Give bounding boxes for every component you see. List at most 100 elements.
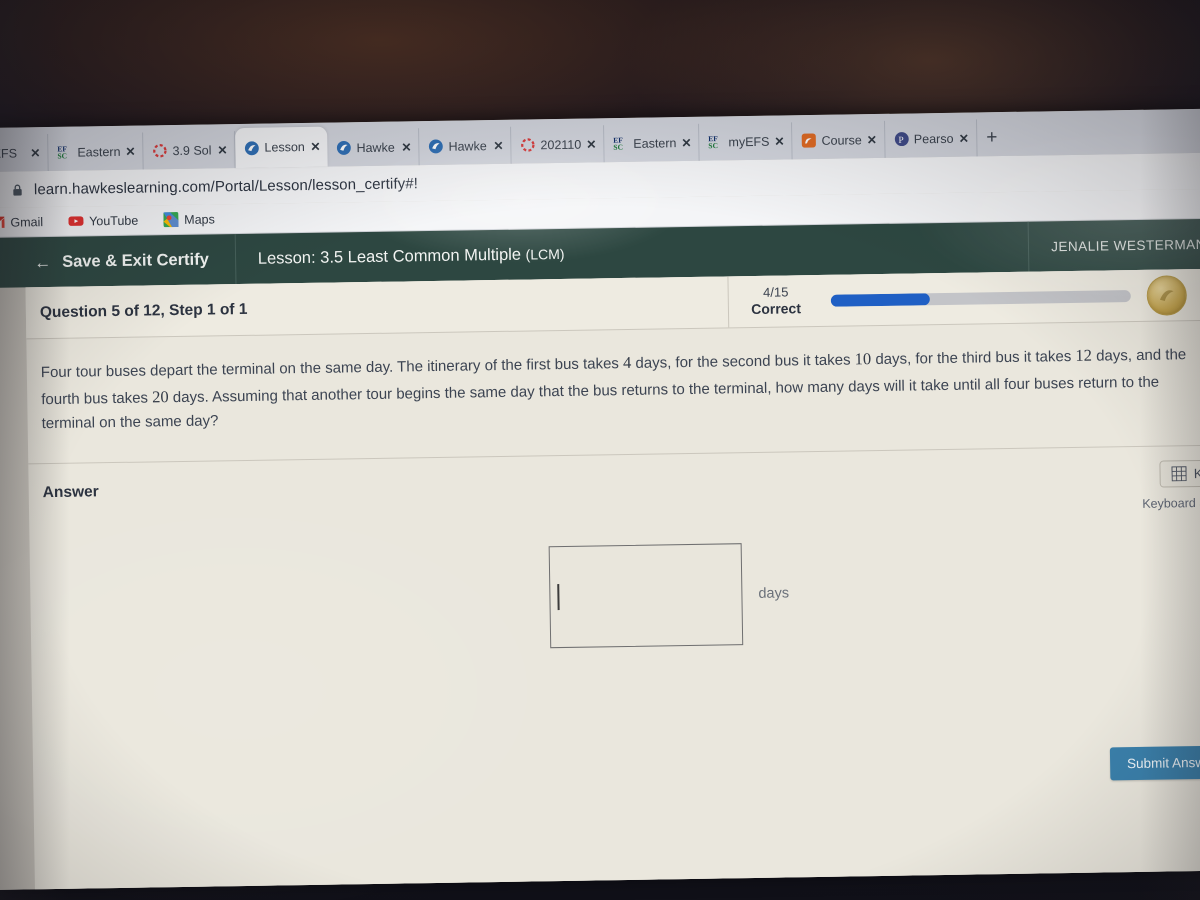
browser-tab[interactable]: Course ✕ [792, 120, 886, 160]
lock-icon [13, 184, 22, 196]
lesson-title-main: Lesson: 3.5 Least Common Multiple [257, 245, 522, 268]
score-status-label: Correct [751, 300, 802, 317]
svg-text:SC: SC [613, 143, 623, 152]
browser-tab[interactable]: 202110 ✕ [511, 125, 605, 164]
tab-title: 202110 [540, 137, 582, 152]
browser-tab-active[interactable]: Lesson ✕ [235, 126, 328, 169]
new-tab-button[interactable]: + [977, 119, 1008, 156]
bookmark-label: Maps [184, 211, 215, 227]
tab-title: yEFS [0, 146, 18, 161]
qtext-number-4: 20 [151, 386, 169, 407]
browser-tab[interactable]: yEFS ✕ [0, 134, 49, 172]
tab-close-icon[interactable]: ✕ [493, 138, 503, 152]
tab-title: 3.9 Sol [172, 142, 212, 158]
tab-title: myEFS [728, 134, 770, 149]
browser-tab[interactable]: EF SC Eastern ✕ [48, 132, 144, 172]
back-arrow-icon: ← [33, 252, 52, 272]
tab-close-icon[interactable]: ✕ [681, 135, 691, 149]
hawkes-coin-icon [1146, 274, 1188, 316]
hawkes-learning-app: ← Save & Exit Certify Lesson: 3.5 Least … [0, 218, 1200, 890]
answer-input-row: days [44, 535, 1200, 656]
browser-tab[interactable]: EF SC Eastern ✕ [604, 123, 700, 163]
bookmark-youtube[interactable]: YouTube [59, 212, 147, 228]
youtube-icon [68, 216, 84, 226]
lesson-title: Lesson: 3.5 Least Common Multiple (LCM) [236, 244, 565, 268]
qtext-number-2: 10 [854, 349, 872, 369]
tab-title: Lesson [264, 139, 305, 155]
tab-close-icon[interactable]: ✕ [310, 140, 320, 154]
browser-tab[interactable]: 3.9 Sol ✕ [143, 131, 236, 170]
svg-text:SC: SC [57, 151, 67, 160]
pearson-icon: P [894, 132, 909, 147]
bookmark-label: Gmail [10, 214, 44, 230]
google-maps-icon [163, 212, 179, 228]
keypad-label: Keypad [1193, 465, 1200, 481]
qtext-part-5: days. Assuming that another tour begins … [41, 373, 1160, 433]
submit-row: Submit Answer [47, 745, 1200, 797]
hawkes-learning-icon [245, 140, 259, 155]
answer-unit-label: days [758, 585, 790, 602]
qtext-number-3: 12 [1075, 345, 1093, 365]
tab-close-icon[interactable]: ✕ [867, 133, 877, 147]
qtext-part-2: days, for the second bus it takes [631, 351, 855, 372]
tab-close-icon[interactable]: ✕ [217, 143, 227, 157]
tab-close-icon[interactable]: ✕ [959, 131, 969, 145]
svg-text:SC: SC [708, 141, 718, 150]
answer-label: Answer [42, 483, 99, 501]
tab-title: Hawke [448, 138, 487, 154]
answer-input[interactable] [548, 542, 744, 648]
bookmark-maps[interactable]: Maps [154, 211, 224, 228]
keypad-button[interactable]: Keypad [1159, 458, 1200, 488]
submit-answer-button[interactable]: Submit Answer [1109, 745, 1200, 781]
tab-close-icon[interactable]: ✕ [774, 134, 784, 148]
loading-spinner-icon [521, 138, 535, 152]
loading-spinner-icon [153, 144, 167, 158]
browser-tab[interactable]: Hawke ✕ [327, 128, 420, 167]
score-fraction: 4/15 [762, 284, 789, 300]
tab-close-icon[interactable]: ✕ [401, 140, 411, 154]
bookmark-label: YouTube [89, 213, 139, 228]
efsc-logo-icon: EF SC [708, 134, 718, 150]
progress-bar [830, 289, 1131, 307]
question-body: Four tour buses depart the terminal on t… [26, 320, 1200, 465]
tab-title: Course [821, 132, 862, 148]
tab-close-icon[interactable]: ✕ [125, 144, 135, 158]
browser-window: yEFS ✕ EF SC Eastern ✕ 3.9 Sol ✕ Lesson … [0, 108, 1200, 890]
gmail-icon [0, 216, 5, 229]
hawkes-learning-icon [337, 140, 351, 155]
keyboard-shortcuts-link[interactable]: Keyboard Shortcuts [1142, 495, 1200, 511]
url-text: learn.hawkeslearning.com/Portal/Lesson/l… [33, 174, 419, 198]
text-caret [557, 583, 560, 610]
browser-tab[interactable]: EF SC myEFS ✕ [699, 122, 793, 161]
progress-area: 4/15 Correct 2 [727, 268, 1200, 328]
keypad-grid-icon [1171, 465, 1187, 482]
question-step-label: Question 5 of 12, Step 1 of 1 [39, 300, 248, 321]
browser-tab[interactable]: Hawke ✕ [419, 126, 512, 166]
question-card: Question 5 of 12, Step 1 of 1 4/15 Corre… [25, 268, 1200, 890]
user-menu[interactable]: JENALIE WESTERMAN [1027, 218, 1200, 272]
save-exit-label: Save & Exit Certify [61, 250, 209, 271]
username-label: JENALIE WESTERMAN [1051, 236, 1200, 254]
tab-title: Hawke [356, 140, 395, 155]
hawkes-learning-icon [429, 139, 443, 154]
question-text: Four tour buses depart the terminal on t… [41, 341, 1200, 437]
tab-title: Eastern [77, 144, 121, 160]
qtext-number-1: 4 [622, 352, 632, 373]
tab-close-icon[interactable]: ✕ [586, 137, 596, 151]
lesson-title-abbrev: (LCM) [525, 245, 565, 263]
keypad-column: Keypad Keyboard Shortcuts [1142, 458, 1200, 511]
tab-close-icon[interactable]: ✕ [30, 146, 40, 160]
tab-title: Pearso [913, 131, 954, 146]
progress-bar-fill [830, 292, 930, 307]
qtext-part-3: days, for the third bus it takes [871, 347, 1076, 369]
answer-section: Answer Keypad Keyboard Shortcuts [28, 445, 1200, 814]
canvas-icon [801, 133, 817, 148]
efsc-logo-icon: EF SC [613, 136, 623, 152]
qtext-part-1: Four tour buses depart the terminal on t… [40, 355, 624, 382]
save-and-exit-certify-button[interactable]: ← Save & Exit Certify [0, 234, 237, 288]
score-box: 4/15 Correct [727, 274, 824, 328]
bookmark-gmail[interactable]: Gmail [0, 214, 52, 230]
svg-text:P: P [898, 136, 903, 146]
monitor-photo-frame: yEFS ✕ EF SC Eastern ✕ 3.9 Sol ✕ Lesson … [0, 0, 1200, 900]
browser-tab[interactable]: P Pearso ✕ [884, 119, 978, 158]
